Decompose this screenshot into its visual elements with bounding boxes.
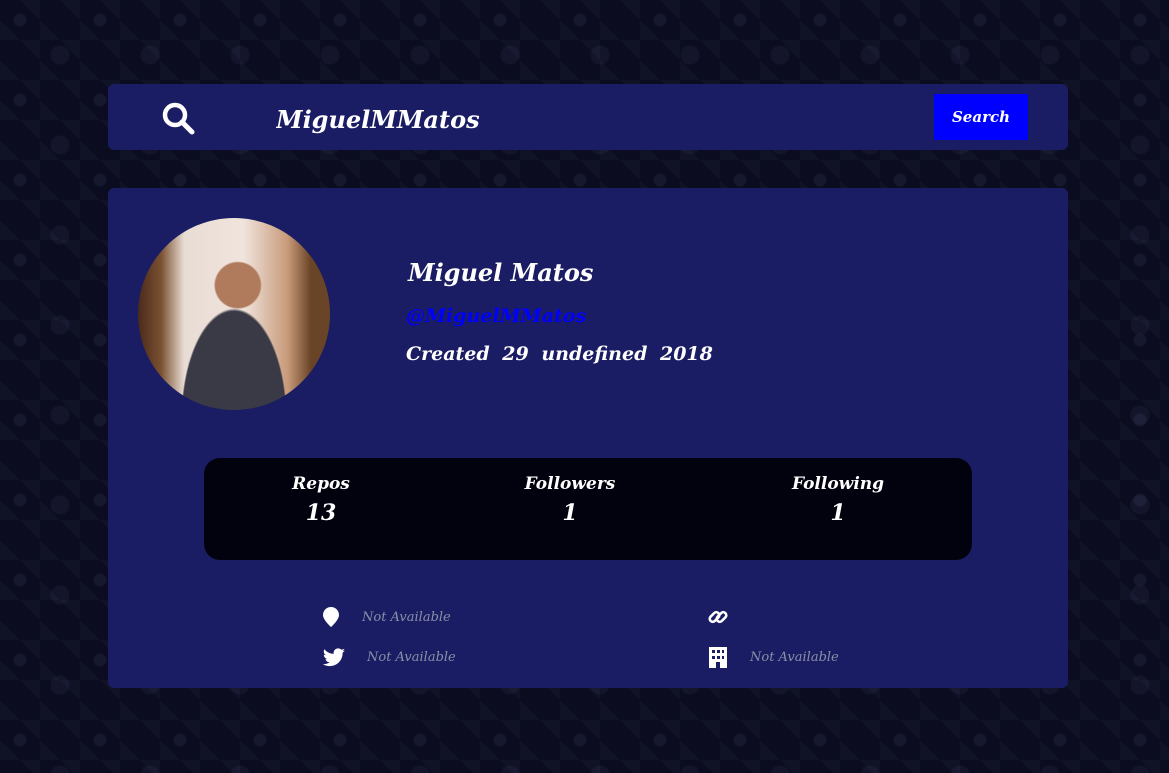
stat-followers: Followers 1 <box>518 474 622 526</box>
stat-followers-label: Followers <box>524 474 616 494</box>
link-icon[interactable] <box>707 606 729 628</box>
avatar <box>138 218 330 410</box>
profile-created-date: Created 29 undefined 2018 <box>406 343 713 365</box>
twitter-icon <box>322 648 345 667</box>
search-icon[interactable] <box>160 101 196 135</box>
search-input[interactable] <box>274 98 878 140</box>
stat-repos-value: 13 <box>305 500 337 526</box>
stat-following-value: 1 <box>830 500 846 526</box>
profile-name: Miguel Matos <box>408 258 594 287</box>
search-button[interactable]: Search <box>934 94 1028 140</box>
twitter-text: Not Available <box>367 650 456 665</box>
stat-repos: Repos 13 <box>276 474 366 526</box>
stat-following: Following 1 <box>786 474 890 526</box>
profile-username-link[interactable]: @MiguelMMatos <box>406 305 586 327</box>
location-text: Not Available <box>362 610 451 625</box>
location-pin-icon <box>323 607 339 627</box>
stat-repos-label: Repos <box>292 474 350 494</box>
building-icon <box>709 647 727 668</box>
stat-followers-value: 1 <box>562 500 578 526</box>
company-text: Not Available <box>750 650 839 665</box>
stat-following-label: Following <box>791 474 885 494</box>
stats-panel: Repos 13 Followers 1 Following 1 <box>204 458 972 560</box>
